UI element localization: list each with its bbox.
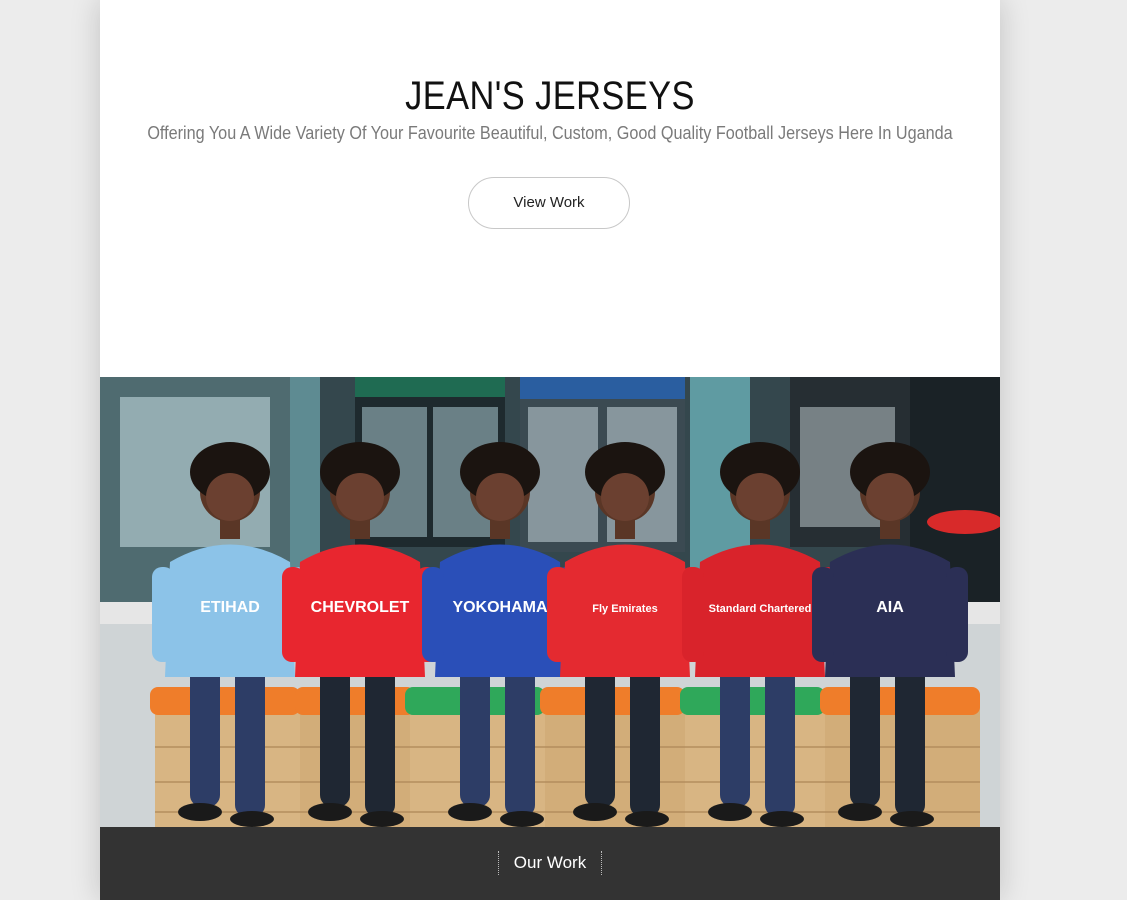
our-work-heading: Our Work <box>498 851 602 875</box>
jersey-sponsor-text: ETIHAD <box>200 599 260 616</box>
site-tagline: Offering You A Wide Variety Of Your Favo… <box>147 123 953 143</box>
section-bar: Our Work <box>100 827 1000 900</box>
jersey-sponsor-text: YOKOHAMA <box>452 599 548 616</box>
page-container: JEAN'S JERSEYS Offering You A Wide Varie… <box>100 0 1000 900</box>
view-work-button[interactable]: View Work <box>468 177 630 229</box>
hero-photo: ETIHAD CHEVROLET YOKOHAMA Fly Emirates Stand… <box>100 377 1000 827</box>
hero-section: JEAN'S JERSEYS Offering You A Wide Varie… <box>100 0 1000 377</box>
jersey-sponsor-text: CHEVROLET <box>311 599 410 616</box>
jersey-sponsor-text: Standard Chartered <box>709 603 812 615</box>
jersey-sponsor-text: Fly Emirates <box>592 603 657 615</box>
jersey-sponsor-text: AIA <box>876 599 904 616</box>
group-photo-illustration: ETIHAD CHEVROLET YOKOHAMA Fly Emirates Stand… <box>100 377 1000 827</box>
site-title: JEAN'S JERSEYS <box>405 74 695 118</box>
